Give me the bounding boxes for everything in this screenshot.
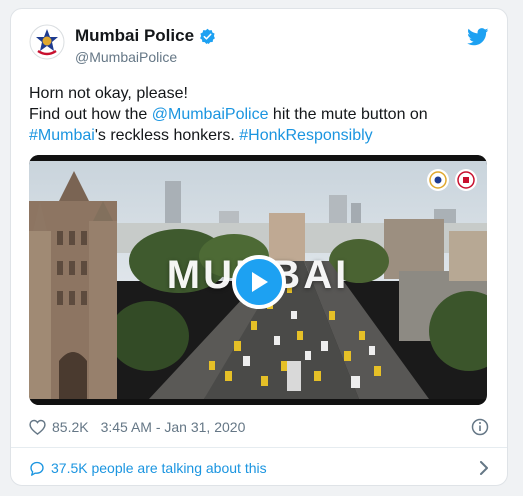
play-button[interactable]	[232, 255, 286, 309]
tweet-text-segment: hit the mute button on	[268, 106, 428, 123]
police-seal-icon	[427, 169, 449, 191]
video-letterbox-top	[29, 155, 487, 161]
twitter-bird-icon[interactable]	[467, 28, 489, 46]
police-badge-icon	[29, 24, 65, 60]
hashtag-honkresponsibly-link[interactable]: #HonkResponsibly	[239, 127, 372, 144]
avatar[interactable]	[29, 24, 65, 60]
hashtag-mumbai-link[interactable]: #Mumbai	[29, 127, 95, 144]
tweet-line-3: #Mumbai's reckless honkers. #HonkRespons…	[29, 125, 489, 146]
tweet-header: Mumbai Police @MumbaiPolice	[29, 24, 489, 72]
tweet-text: Horn not okay, please! Find out how the …	[29, 83, 489, 146]
tweet-line-2: Find out how the @MumbaiPolice hit the m…	[29, 104, 489, 125]
tweet-timestamp[interactable]: 3:45 AM - Jan 31, 2020	[101, 419, 246, 435]
chevron-right-icon	[480, 461, 488, 475]
tweet-text-segment: 's reckless honkers.	[94, 127, 240, 144]
play-icon	[252, 272, 268, 292]
like-count: 85.2K	[52, 419, 89, 435]
mention-link[interactable]: @MumbaiPolice	[152, 106, 269, 123]
comment-icon	[30, 461, 44, 476]
info-icon[interactable]	[471, 418, 489, 436]
like-button[interactable]: 85.2K	[29, 419, 89, 435]
conversation-link[interactable]: 37.5K people are talking about this	[29, 457, 489, 479]
tweet-meta: 85.2K 3:45 AM - Jan 31, 2020	[29, 416, 489, 438]
handle[interactable]: @MumbaiPolice	[75, 49, 216, 65]
video-letterbox-bottom	[29, 399, 487, 405]
tweet-card[interactable]: Mumbai Police @MumbaiPolice Horn not oka…	[10, 8, 508, 486]
conversation-text: 37.5K people are talking about this	[51, 460, 267, 476]
video-player[interactable]: MUMBAI	[29, 155, 487, 405]
divider	[11, 447, 507, 448]
traffic-police-seal-icon	[455, 169, 477, 191]
verified-badge-icon	[200, 28, 215, 44]
display-name[interactable]: Mumbai Police	[75, 26, 194, 46]
tweet-text-segment: Find out how the	[29, 106, 152, 123]
tweet-line-1: Horn not okay, please!	[29, 85, 188, 102]
heart-icon	[29, 419, 46, 435]
